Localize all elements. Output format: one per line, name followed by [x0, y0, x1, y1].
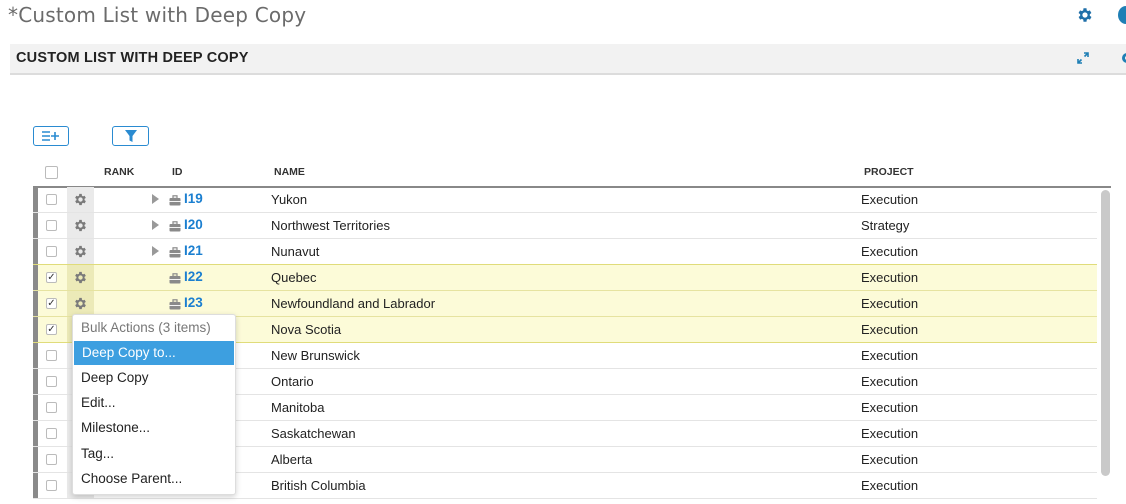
gear-icon[interactable] — [73, 270, 88, 285]
table-row[interactable]: ✓ I22 Quebec Execution — [33, 265, 1097, 291]
table-row[interactable]: I21 Nunavut Execution — [33, 239, 1097, 265]
row-checkbox[interactable]: ✓ — [46, 324, 57, 335]
expand-icon[interactable] — [1076, 51, 1090, 65]
caret-right-icon[interactable] — [152, 194, 159, 204]
row-checkbox[interactable] — [46, 350, 57, 361]
page-title: *Custom List with Deep Copy — [8, 3, 307, 27]
select-all-checkbox[interactable] — [45, 166, 58, 179]
filter-icon — [124, 130, 137, 142]
row-project: Execution — [861, 374, 919, 389]
caret-right-icon[interactable] — [152, 220, 159, 230]
row-marker — [33, 317, 38, 342]
menu-item-deep-copy[interactable]: Deep Copy — [73, 366, 235, 390]
bulk-actions-menu: Bulk Actions (3 items) Deep Copy to... D… — [72, 314, 236, 495]
row-marker — [33, 369, 38, 394]
row-name: Manitoba — [271, 400, 325, 415]
briefcase-icon — [169, 297, 181, 310]
row-checkbox[interactable] — [46, 402, 57, 413]
table-row[interactable]: I20 Northwest Territories Strategy — [33, 213, 1097, 239]
row-checkbox[interactable]: ✓ — [46, 298, 57, 309]
row-marker — [33, 343, 38, 368]
row-name: Alberta — [271, 452, 313, 467]
row-project: Execution — [861, 270, 919, 285]
row-checkbox[interactable] — [46, 194, 57, 205]
row-name: Saskatchewan — [271, 426, 356, 441]
row-id-link[interactable]: I21 — [184, 243, 203, 258]
row-id-link[interactable]: I19 — [184, 191, 203, 206]
briefcase-icon — [169, 193, 181, 206]
gear-icon[interactable] — [1076, 6, 1094, 24]
gear-icon[interactable] — [73, 192, 88, 207]
briefcase-icon — [169, 271, 181, 284]
gear-icon[interactable] — [1120, 51, 1126, 65]
menu-header: Bulk Actions (3 items) — [81, 320, 211, 335]
row-checkbox[interactable] — [46, 220, 57, 231]
row-checkbox[interactable] — [46, 376, 57, 387]
row-name: New Brunswick — [271, 348, 360, 363]
drag-handle[interactable] — [34, 292, 37, 312]
row-project: Execution — [861, 452, 919, 467]
row-name: Quebec — [271, 270, 317, 285]
column-header-name[interactable]: NAME — [274, 166, 305, 178]
row-project: Execution — [861, 244, 919, 259]
briefcase-icon — [169, 245, 181, 258]
row-marker — [33, 421, 38, 446]
caret-right-icon[interactable] — [152, 246, 159, 256]
row-marker — [33, 239, 38, 264]
column-header-rank[interactable]: RANK — [104, 166, 134, 178]
row-checkbox[interactable] — [46, 246, 57, 257]
row-name: Ontario — [271, 374, 314, 389]
row-name: British Columbia — [271, 478, 366, 493]
row-checkbox[interactable]: ✓ — [46, 272, 57, 283]
row-name: Northwest Territories — [271, 218, 390, 233]
menu-item-deep-copy-to[interactable]: Deep Copy to... — [74, 341, 234, 365]
panel-title: CUSTOM LIST WITH DEEP COPY — [16, 50, 249, 66]
row-checkbox[interactable] — [46, 454, 57, 465]
row-marker — [33, 447, 38, 472]
briefcase-icon — [169, 219, 181, 232]
row-marker — [33, 395, 38, 420]
row-project: Strategy — [861, 218, 910, 233]
table-row[interactable]: I19 Yukon Execution — [33, 187, 1097, 213]
row-project: Execution — [861, 400, 919, 415]
row-project: Execution — [861, 192, 919, 207]
scrollbar[interactable] — [1101, 190, 1110, 476]
menu-item-choose-parent[interactable]: Choose Parent... — [73, 467, 235, 491]
menu-item-milestone[interactable]: Milestone... — [73, 416, 235, 440]
row-marker — [33, 213, 38, 238]
row-project: Execution — [861, 348, 919, 363]
row-name: Nova Scotia — [271, 322, 342, 337]
row-marker — [33, 265, 38, 290]
row-project: Execution — [861, 296, 919, 311]
row-project: Execution — [861, 426, 919, 441]
row-project: Execution — [861, 478, 919, 493]
row-marker — [33, 473, 38, 498]
selection-border — [33, 264, 1097, 265]
row-id-link[interactable]: I23 — [184, 295, 203, 310]
row-name: Nunavut — [271, 244, 320, 259]
row-checkbox[interactable] — [46, 428, 57, 439]
row-project: Execution — [861, 322, 919, 337]
help-icon[interactable] — [1118, 6, 1126, 24]
panel-header: CUSTOM LIST WITH DEEP COPY — [10, 44, 1126, 75]
row-name: Newfoundland and Labrador — [271, 296, 436, 311]
add-list-icon — [42, 131, 59, 141]
row-id-link[interactable]: I20 — [184, 217, 203, 232]
add-row-button[interactable] — [33, 126, 69, 146]
row-name: Yukon — [271, 192, 308, 207]
row-id-link[interactable]: I22 — [184, 269, 203, 284]
filter-button[interactable] — [112, 126, 149, 146]
column-header-project[interactable]: PROJECT — [864, 166, 914, 178]
menu-item-tag[interactable]: Tag... — [73, 442, 235, 466]
gear-icon[interactable] — [73, 296, 88, 311]
row-checkbox[interactable] — [46, 480, 57, 491]
menu-item-edit[interactable]: Edit... — [73, 391, 235, 415]
column-header-id[interactable]: ID — [172, 166, 183, 178]
gear-icon[interactable] — [73, 244, 88, 259]
gear-icon[interactable] — [73, 218, 88, 233]
row-marker — [33, 187, 38, 212]
